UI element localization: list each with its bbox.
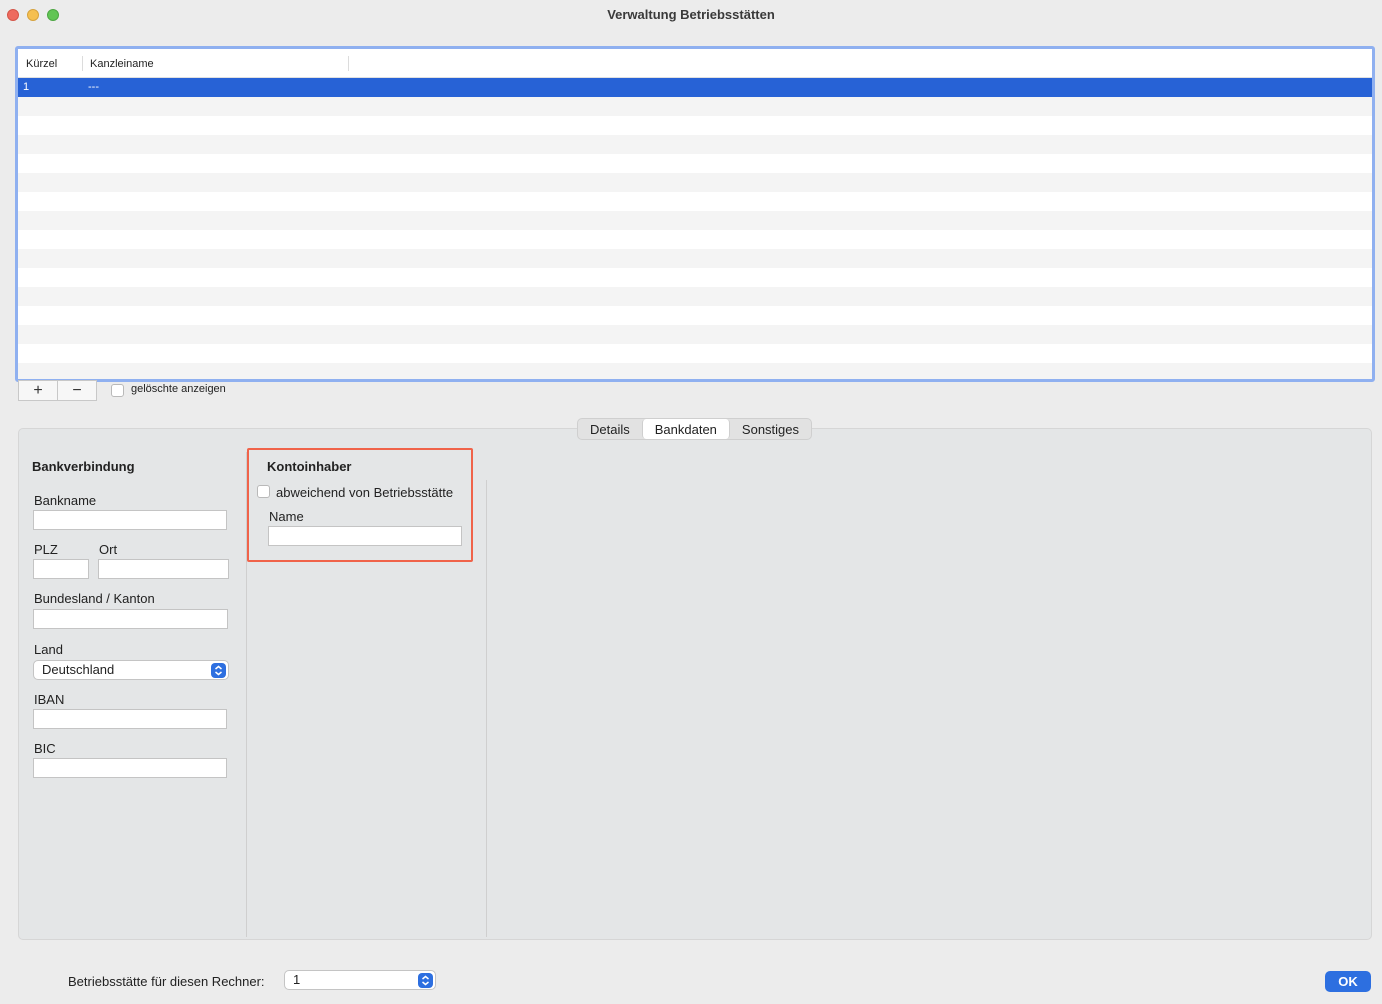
- table-body: 1 ---: [18, 78, 1372, 379]
- bic-field[interactable]: [33, 758, 227, 778]
- ort-field[interactable]: [98, 559, 229, 579]
- column-separator: [82, 56, 83, 71]
- tab-bar: Details Bankdaten Sonstiges: [577, 418, 813, 440]
- empty-table-row: [18, 363, 1372, 379]
- cell-kuerzel: 1: [23, 81, 30, 93]
- tab-details[interactable]: Details: [578, 419, 642, 439]
- bankname-label: Bankname: [34, 493, 97, 508]
- column-header-kuerzel[interactable]: Kürzel: [26, 58, 57, 70]
- land-label: Land: [34, 642, 63, 657]
- cell-kanzleiname: ---: [88, 81, 99, 93]
- betriebsstaetten-table[interactable]: Kürzel Kanzleiname 1 ---: [15, 46, 1375, 382]
- empty-table-row: [18, 344, 1372, 363]
- add-remove-control: + −: [18, 380, 97, 401]
- bankname-field[interactable]: [33, 510, 227, 530]
- empty-table-row: [18, 230, 1372, 249]
- rechner-select-value: 1: [293, 972, 301, 987]
- iban-label: IBAN: [34, 692, 65, 707]
- empty-table-row: [18, 268, 1372, 287]
- land-select-value: Deutschland: [42, 662, 115, 677]
- bundesland-label: Bundesland / Kanton: [34, 591, 155, 606]
- ort-label: Ort: [99, 542, 118, 557]
- updown-chevron-icon: [211, 663, 226, 678]
- column-divider: [486, 480, 487, 937]
- empty-table-row: [18, 192, 1372, 211]
- updown-chevron-icon: [418, 973, 433, 988]
- rechner-label: Betriebsstätte für diesen Rechner:: [68, 974, 265, 989]
- land-select[interactable]: Deutschland: [33, 660, 229, 680]
- empty-table-row: [18, 306, 1372, 325]
- empty-table-row: [18, 173, 1372, 192]
- empty-table-row: [18, 249, 1372, 268]
- window-title: Verwaltung Betriebsstätten: [607, 7, 775, 22]
- empty-table-row: [18, 287, 1372, 306]
- tab-sonstiges[interactable]: Sonstiges: [730, 419, 811, 439]
- bankverbindung-heading: Bankverbindung: [32, 459, 135, 474]
- bic-label: BIC: [34, 741, 56, 756]
- add-button[interactable]: +: [19, 381, 57, 400]
- rechner-select[interactable]: 1: [284, 970, 436, 990]
- tab-panel: [18, 428, 1372, 940]
- highlight-annotation: [247, 448, 473, 562]
- title-bar: Verwaltung Betriebsstätten: [0, 0, 1382, 30]
- plz-field[interactable]: [33, 559, 89, 579]
- remove-button[interactable]: −: [57, 381, 96, 400]
- empty-table-row: [18, 325, 1372, 344]
- plz-label: PLZ: [34, 542, 58, 557]
- empty-table-row: [18, 135, 1372, 154]
- empty-table-row: [18, 154, 1372, 173]
- show-deleted-label: gelöschte anzeigen: [131, 383, 226, 395]
- empty-table-row: [18, 97, 1372, 116]
- tab-bankdaten[interactable]: Bankdaten: [641, 419, 730, 439]
- empty-table-row: [18, 211, 1372, 230]
- column-separator: [348, 56, 349, 71]
- empty-table-row: [18, 116, 1372, 135]
- table-row[interactable]: 1 ---: [18, 78, 1372, 97]
- column-header-kanzleiname[interactable]: Kanzleiname: [90, 58, 154, 70]
- table-header: Kürzel Kanzleiname: [18, 49, 1372, 78]
- bundesland-field[interactable]: [33, 609, 228, 629]
- iban-field[interactable]: [33, 709, 227, 729]
- ok-button[interactable]: OK: [1325, 971, 1371, 992]
- show-deleted-checkbox[interactable]: [111, 384, 124, 397]
